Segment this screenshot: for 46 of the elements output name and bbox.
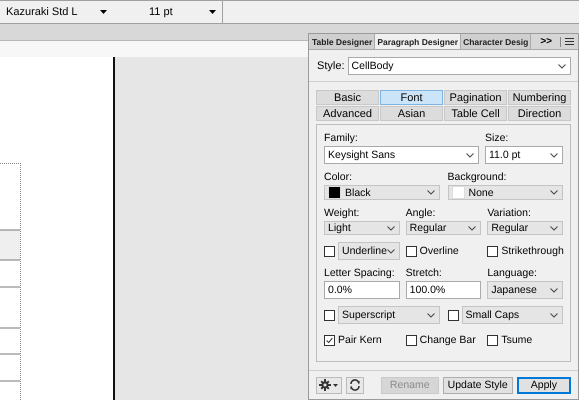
section-tab[interactable]: Direction — [508, 106, 571, 121]
field-label: Size: — [485, 132, 510, 144]
input-field[interactable]: 0.0% — [324, 281, 400, 299]
section-tab[interactable]: Pagination — [444, 90, 507, 105]
dropdown[interactable]: Keysight Sans — [324, 146, 479, 164]
dropdown[interactable]: Superscript — [338, 306, 440, 324]
dropdown[interactable]: Small Caps — [462, 306, 563, 324]
dropdown[interactable]: Regular — [406, 221, 482, 235]
field-label: Letter Spacing: — [324, 267, 396, 279]
section-tab[interactable]: Font — [380, 90, 443, 105]
checkbox-label: Overline — [420, 245, 459, 257]
section-tab[interactable]: Table Cell — [444, 106, 507, 121]
dialog-button[interactable]: Update Style — [442, 376, 513, 394]
style-dropdown[interactable]: CellBody — [348, 57, 571, 75]
field-label: Stretch: — [406, 267, 443, 279]
overflow-button[interactable]: >> — [536, 36, 556, 47]
checkbox-label: Strikethrough — [501, 245, 564, 257]
dropdown[interactable]: 11.0 pt — [485, 146, 563, 164]
field-label: Language: — [487, 267, 538, 279]
dialog-button[interactable]: Apply — [516, 376, 571, 394]
dropdown[interactable]: Regular — [487, 221, 563, 235]
input-field[interactable]: 100.0% — [406, 281, 482, 299]
panel-tab[interactable]: Paragraph Designer — [375, 34, 462, 49]
section-tab[interactable]: Asian — [380, 106, 443, 121]
dropdown[interactable]: Japanese — [487, 281, 563, 299]
style-label: Style: — [317, 60, 345, 72]
panel-tab[interactable]: Character Desig — [461, 34, 532, 49]
size-dropdown[interactable]: 11 pt — [113, 1, 223, 23]
section-tab[interactable]: Numbering — [508, 90, 571, 105]
checkbox-label: Pair Kern — [338, 334, 382, 346]
dropdown[interactable]: Light — [324, 221, 400, 235]
section-tab[interactable]: Basic — [316, 90, 379, 105]
field-label: Weight: — [324, 207, 360, 219]
field-label: Family: — [324, 132, 359, 144]
color-dropdown[interactable]: None — [448, 185, 563, 200]
dropdown[interactable]: Underline — [338, 242, 400, 260]
field-label: Angle: — [406, 207, 436, 219]
field-label: Variation: — [487, 207, 532, 219]
font-dropdown[interactable]: Kazuraki Std L — [0, 1, 113, 23]
checkbox-label: Tsume — [501, 334, 532, 346]
section-tab[interactable]: Advanced — [316, 106, 379, 121]
color-dropdown[interactable]: Black — [324, 185, 440, 200]
checkbox-label: Change Bar — [420, 334, 476, 346]
field-label: Color: — [324, 171, 354, 183]
field-label: Background: — [448, 171, 508, 183]
panel-tab[interactable]: Table Designer — [310, 34, 376, 49]
